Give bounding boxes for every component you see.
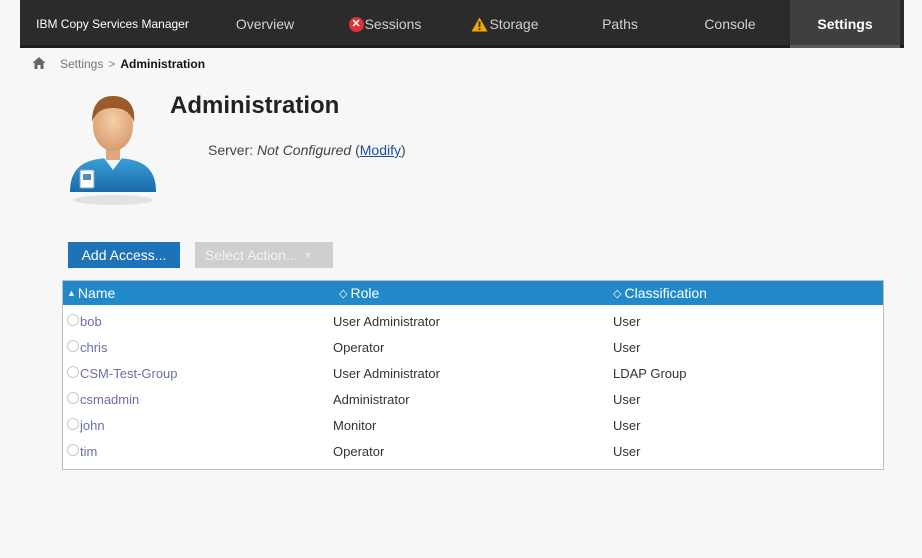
error-icon: ✕	[348, 16, 364, 32]
nav-tab-settings[interactable]: Settings	[790, 0, 900, 48]
server-label: Server:	[208, 142, 254, 158]
column-header-label: Name	[77, 285, 116, 301]
row-radio[interactable]	[67, 340, 79, 352]
cell-role: Administrator	[333, 391, 410, 407]
brand-label: IBM Copy Services Manager	[36, 17, 189, 31]
warning-icon	[471, 17, 488, 31]
cell-classification: User	[613, 339, 641, 355]
breadcrumb-current: Administration	[120, 57, 206, 71]
chevron-down-icon: ▼	[303, 250, 313, 260]
nav-tab-label: Paths	[602, 16, 638, 32]
select-action-label: Select Action...	[205, 247, 298, 263]
cell-name[interactable]: john	[80, 412, 105, 438]
table-row[interactable]: csmadmin Administrator User	[63, 386, 883, 412]
column-header-classification[interactable]: ◇ Classification	[613, 281, 707, 305]
cell-classification: LDAP Group	[613, 365, 687, 381]
cell-classification: User	[613, 417, 641, 433]
cell-classification: User	[613, 391, 641, 407]
sort-icon: ◇	[339, 287, 348, 300]
table-row[interactable]: tim Operator User	[63, 438, 883, 464]
cell-role: User Administrator	[333, 313, 440, 329]
server-status: Server: Not Configured (Modify)	[208, 142, 406, 158]
nav-tab-paths[interactable]: Paths	[565, 0, 675, 48]
user-avatar-icon	[70, 96, 156, 205]
cell-classification: User	[613, 443, 641, 459]
nav-tab-storage[interactable]: Storage	[445, 0, 565, 48]
nav-edge-left	[0, 0, 20, 48]
nav-tab-label: Settings	[817, 16, 873, 32]
nav-tab-label: Storage	[489, 16, 539, 32]
sort-ascending-icon: ▲	[67, 288, 76, 298]
page-title: Administration	[170, 92, 340, 119]
table-header: ▲ Name ◇ Role ◇ Classification	[63, 281, 883, 305]
sort-icon: ◇	[613, 287, 622, 300]
top-navigation-bar: IBM Copy Services Manager Overview ✕ Ses…	[0, 0, 922, 48]
cell-name[interactable]: chris	[80, 334, 107, 360]
row-radio[interactable]	[67, 314, 79, 326]
nav-tab-overview[interactable]: Overview	[205, 0, 325, 48]
nav-brand[interactable]: IBM Copy Services Manager	[20, 0, 205, 48]
cell-role: Operator	[333, 443, 385, 459]
nav-tab-label: Sessions	[364, 16, 422, 32]
column-header-label: Role	[350, 285, 380, 301]
row-radio[interactable]	[67, 392, 79, 404]
cell-role: Operator	[333, 339, 385, 355]
cell-role: Monitor	[333, 417, 377, 433]
row-radio[interactable]	[67, 418, 79, 430]
server-value: Not Configured	[257, 142, 352, 158]
breadcrumb-separator: >	[108, 57, 116, 71]
nav-tab-label: Overview	[235, 16, 295, 32]
row-radio[interactable]	[67, 444, 79, 456]
cell-name[interactable]: CSM-Test-Group	[80, 360, 178, 386]
add-access-button[interactable]: Add Access...	[68, 242, 180, 268]
table-row[interactable]: john Monitor User	[63, 412, 883, 438]
nav-tab-sessions[interactable]: ✕ Sessions	[325, 0, 445, 48]
users-table: ▲ Name ◇ Role ◇ Classification bob User …	[62, 280, 884, 470]
breadcrumb-settings-link[interactable]: Settings	[60, 57, 103, 71]
modify-link[interactable]: Modify	[360, 142, 401, 158]
modify-paren-close: )	[400, 142, 406, 158]
cell-name[interactable]: bob	[80, 308, 102, 334]
select-action-dropdown[interactable]: Select Action... ▼	[195, 242, 333, 268]
nav-tab-console[interactable]: Console	[675, 0, 785, 48]
table-row[interactable]: chris Operator User	[63, 334, 883, 360]
column-header-label: Classification	[624, 285, 707, 301]
home-icon[interactable]	[32, 56, 46, 70]
row-radio[interactable]	[67, 366, 79, 378]
cell-role: User Administrator	[333, 365, 440, 381]
table-row[interactable]: CSM-Test-Group User Administrator LDAP G…	[63, 360, 883, 386]
nav-tab-label: Console	[704, 16, 756, 32]
cell-classification: User	[613, 313, 641, 329]
nav-edge-right	[904, 0, 922, 48]
column-header-role[interactable]: ◇ Role	[339, 281, 379, 305]
cell-name[interactable]: csmadmin	[80, 386, 139, 412]
breadcrumb: Settings > Administration	[32, 56, 206, 72]
column-header-name[interactable]: ▲ Name	[67, 281, 115, 305]
table-row[interactable]: bob User Administrator User	[63, 308, 883, 334]
cell-name[interactable]: tim	[80, 438, 97, 464]
